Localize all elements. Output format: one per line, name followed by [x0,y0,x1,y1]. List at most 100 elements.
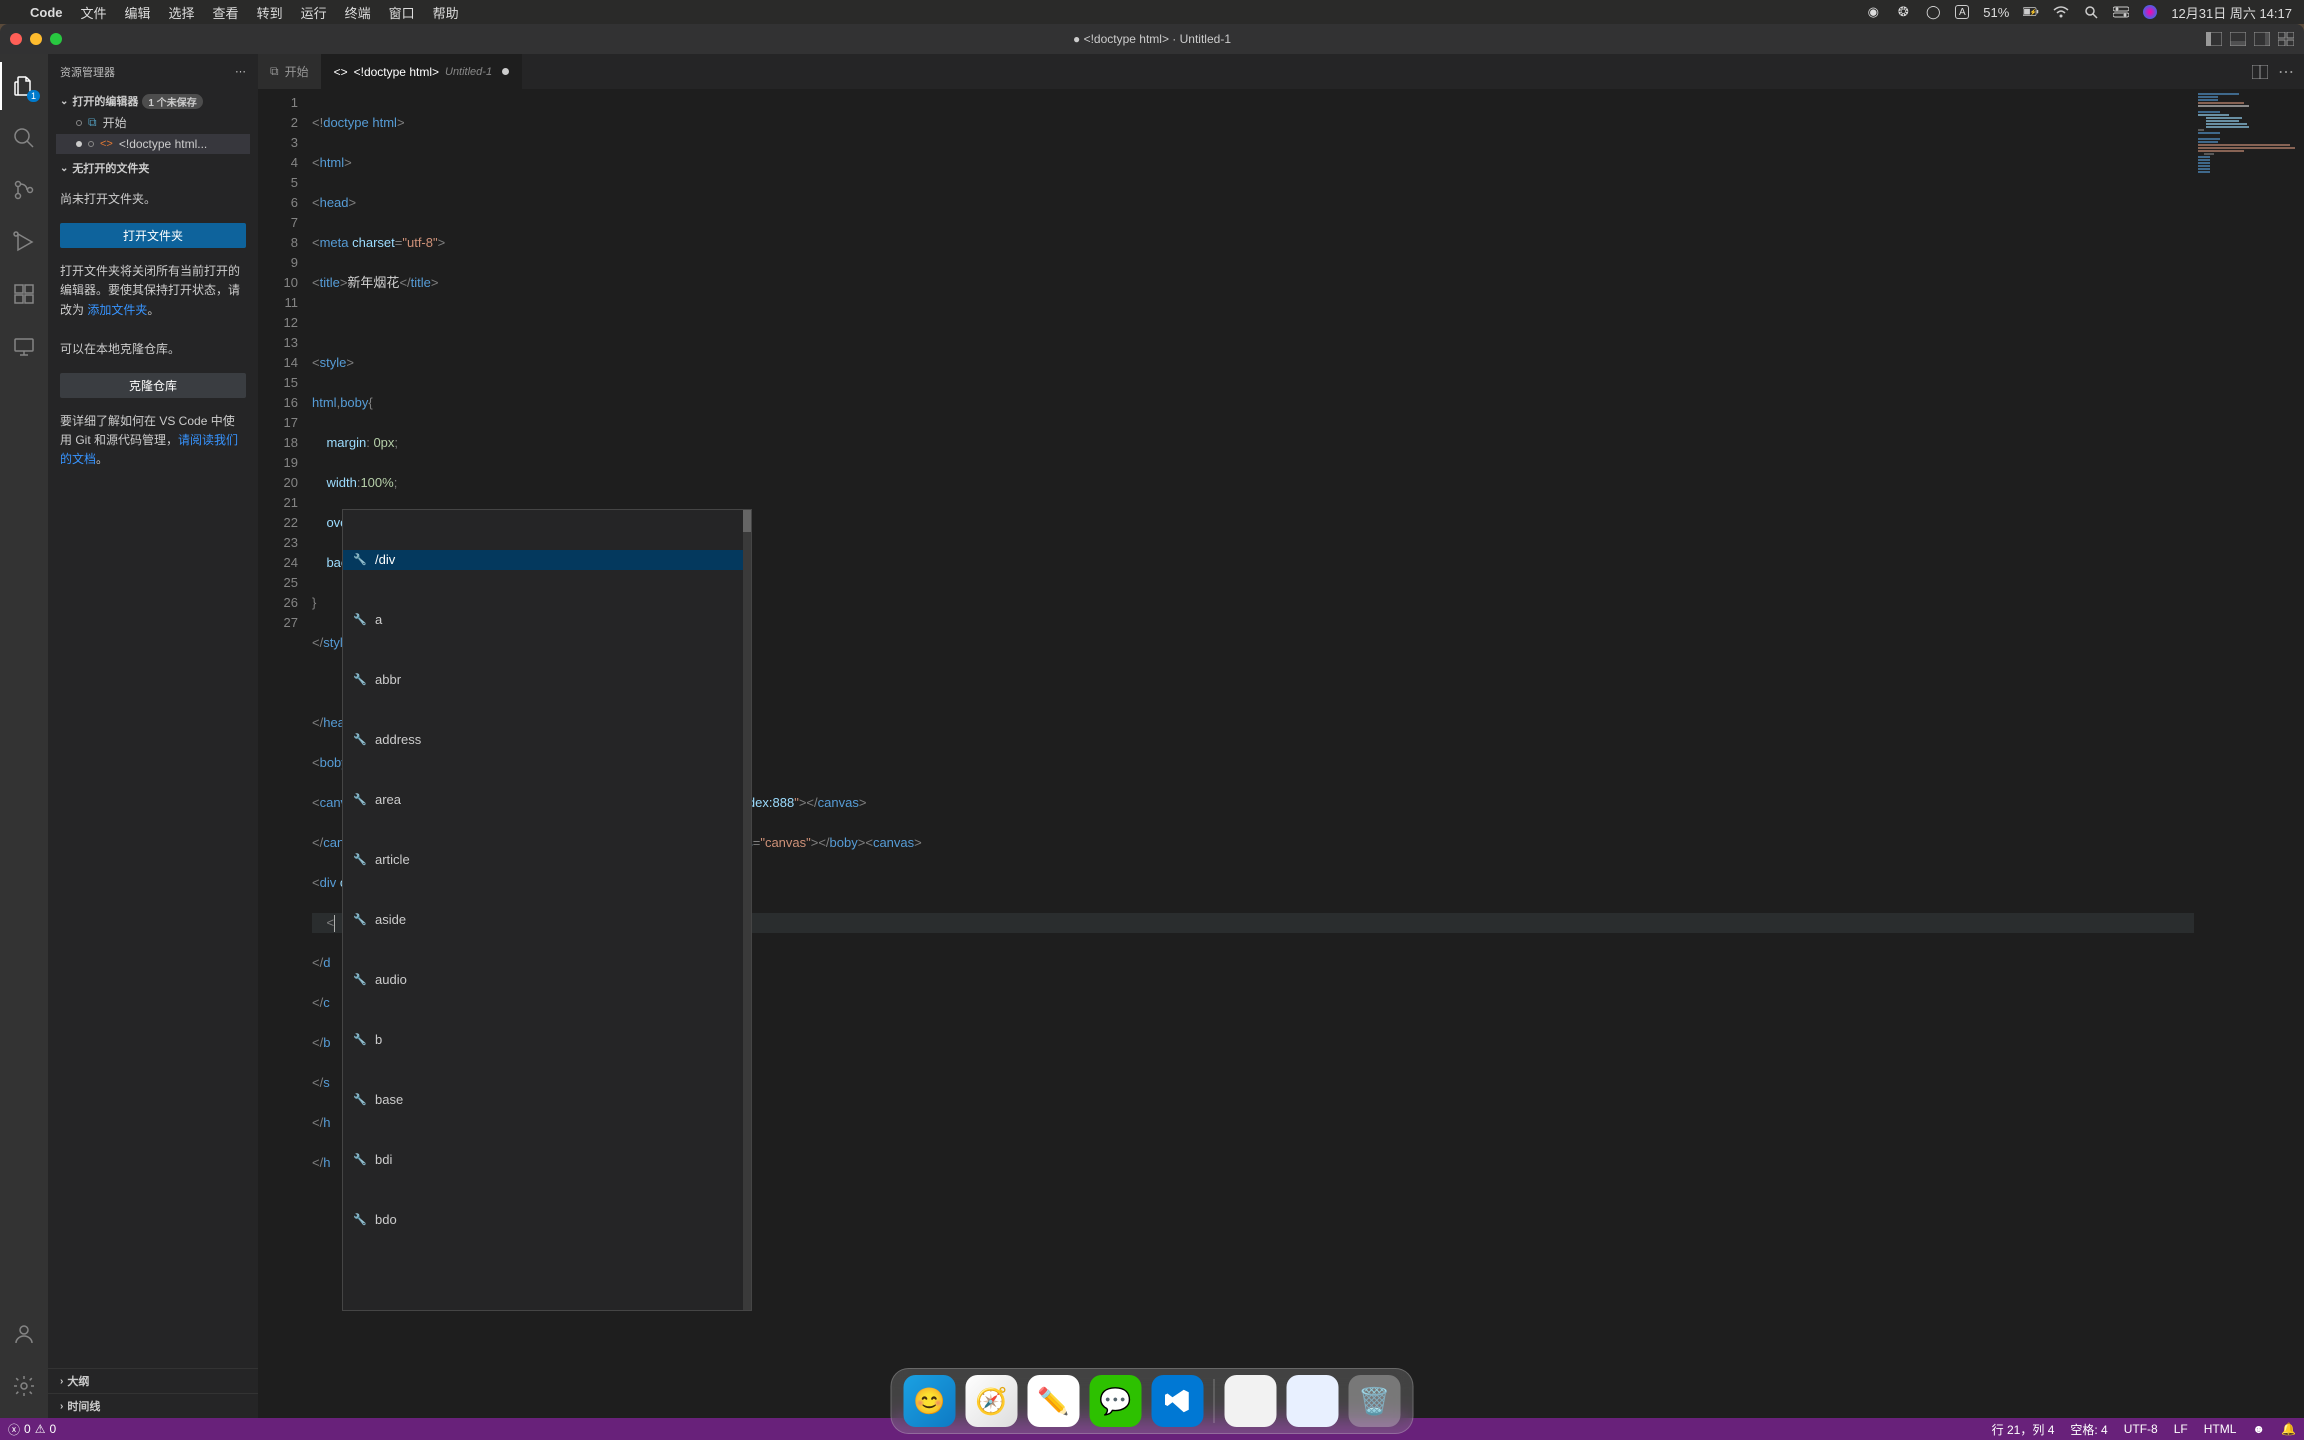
status-eol[interactable]: LF [2174,1421,2188,1438]
dock-wechat[interactable]: 💬 [1090,1375,1142,1427]
datetime[interactable]: 12月31日 周六 14:17 [2171,3,2292,22]
activity-explorer[interactable]: 1 [0,62,48,110]
status-feedback-icon[interactable]: ☻ [2252,1421,2265,1438]
modified-dot-icon [502,68,509,75]
menu-window[interactable]: 窗口 [389,3,415,22]
dock-finder[interactable]: 😊 [904,1375,956,1427]
suggest-scroll-thumb[interactable] [743,510,751,532]
suggest-item[interactable]: 🔧area [343,790,751,810]
menu-run[interactable]: 运行 [301,3,327,22]
menu-go[interactable]: 转到 [257,3,283,22]
open-editor-item-untitled[interactable]: <> <!doctype html... [56,134,250,154]
suggest-item[interactable]: 🔧aside [343,910,751,930]
tab-untitled[interactable]: <> <!doctype html> Untitled-1 [322,54,522,89]
suggest-item[interactable]: 🔧base [343,1090,751,1110]
status-spaces[interactable]: 空格: 4 [2070,1421,2107,1438]
app-name[interactable]: Code [30,5,63,20]
open-editor-item-welcome[interactable]: ⧉ 开始 [56,111,250,134]
menu-help[interactable]: 帮助 [433,3,459,22]
layout-grid-icon[interactable] [2278,32,2294,46]
record-icon[interactable]: ◉ [1865,4,1881,20]
menu-file[interactable]: 文件 [81,3,107,22]
suggest-item[interactable]: 🔧audio [343,970,751,990]
line-gutter: 1234567891011121314151617181920212223242… [258,89,312,1418]
input-method-icon[interactable]: A [1955,5,1969,19]
activity-debug[interactable] [0,218,48,266]
clone-repo-button[interactable]: 克隆仓库 [60,373,246,398]
timeline-section[interactable]: ›时间线 [48,1393,258,1418]
siri-icon[interactable] [2143,5,2157,19]
spotlight-icon[interactable] [2083,4,2099,20]
code-content[interactable]: <!doctype html> <html> <head> <meta char… [312,89,2194,1418]
dock-vscode[interactable] [1152,1375,1204,1427]
suggest-item[interactable]: 🔧/div [343,550,751,570]
layout-bottom-icon[interactable] [2230,32,2246,46]
control-center-icon[interactable] [2113,4,2129,20]
open-editors-header[interactable]: ⌄ 打开的编辑器 1 个未保存 [56,91,250,111]
no-folder-msg: 尚未打开文件夹。 [48,180,258,219]
tab-more-icon[interactable]: ⋯ [2278,62,2294,82]
minimize-window-button[interactable] [30,33,42,45]
activity-scm[interactable] [0,166,48,214]
status-language[interactable]: HTML [2204,1421,2237,1438]
dock-minimized-window-1[interactable] [1225,1375,1277,1427]
maximize-window-button[interactable] [50,33,62,45]
git-docs-msg: 要详细了解如何在 VS Code 中使用 Git 和源代码管理，请阅读我们的文档… [48,402,258,480]
editor-close-icon[interactable] [76,120,82,126]
wifi-icon[interactable] [2053,4,2069,20]
battery-icon[interactable]: ⚡ [2023,4,2039,20]
activity-extensions[interactable] [0,270,48,318]
split-editor-icon[interactable] [2252,65,2268,79]
layout-right-icon[interactable] [2254,32,2270,46]
dock-notes[interactable]: ✏️ [1028,1375,1080,1427]
chevron-down-icon: ⌄ [60,163,68,174]
menu-edit[interactable]: 编辑 [125,3,151,22]
outline-section[interactable]: ›大纲 [48,1368,258,1393]
vscode-file-icon: ⧉ [270,64,279,79]
suggest-item[interactable]: 🔧article [343,850,751,870]
wechat-status-icon[interactable]: ❂ [1895,4,1911,20]
minimap[interactable] [2194,89,2304,1418]
activity-search[interactable] [0,114,48,162]
suggest-item[interactable]: 🔧bdi [343,1150,751,1170]
close-window-button[interactable] [10,33,22,45]
status-cursor[interactable]: 行 21，列 4 [1992,1421,2055,1438]
editor-close-icon[interactable] [88,141,94,147]
status-problems[interactable]: ⓧ0 ⚠0 [8,1421,56,1438]
layout-left-icon[interactable] [2206,32,2222,46]
open-editors-label: 打开的编辑器 [72,93,138,109]
status-encoding[interactable]: UTF-8 [2124,1421,2158,1438]
dock-minimized-window-2[interactable] [1287,1375,1339,1427]
menu-terminal[interactable]: 终端 [345,3,371,22]
code-editor[interactable]: 1234567891011121314151617181920212223242… [258,89,2304,1418]
suggest-item[interactable]: 🔧abbr [343,670,751,690]
suggest-item[interactable]: 🔧b [343,1030,751,1050]
suggest-item[interactable]: 🔧a [343,610,751,630]
menu-selection[interactable]: 选择 [169,3,195,22]
menu-view[interactable]: 查看 [213,3,239,22]
activity-remote[interactable] [0,322,48,370]
activity-account[interactable] [0,1310,48,1358]
intellisense-popup: 🔧/div 🔧a 🔧abbr 🔧address 🔧area 🔧article 🔧… [342,509,752,1311]
wrench-icon: 🔧 [353,1150,367,1170]
explorer-badge: 1 [27,90,40,102]
editor-tabs: ⧉ 开始 <> <!doctype html> Untitled-1 ⋯ [258,54,2304,89]
suggest-scrollbar[interactable] [743,510,751,1310]
battery-text[interactable]: 51% [1983,5,2009,20]
tab-label: 开始 [285,63,309,80]
status-bell-icon[interactable]: 🔔 [2281,1421,2296,1438]
tab-welcome[interactable]: ⧉ 开始 [258,54,322,89]
editor-area: ⧉ 开始 <> <!doctype html> Untitled-1 ⋯ 123… [258,54,2304,1418]
no-folder-msg2: 打开文件夹将关闭所有当前打开的编辑器。要使其保持打开状态，请改为 添加文件夹。 [48,252,258,330]
suggest-item[interactable]: 🔧bdo [343,1210,751,1230]
sidebar-more-icon[interactable]: ⋯ [235,65,246,78]
dock-safari[interactable]: 🧭 [966,1375,1018,1427]
suggest-item[interactable]: 🔧address [343,730,751,750]
open-folder-button[interactable]: 打开文件夹 [60,223,246,248]
activity-settings[interactable] [0,1362,48,1410]
no-folder-header[interactable]: ⌄ 无打开的文件夹 [56,158,250,178]
warning-icon: ⚠ [35,1422,46,1436]
dock-trash[interactable]: 🗑️ [1349,1375,1401,1427]
user-icon[interactable]: ◯ [1925,4,1941,20]
add-folder-link[interactable]: 添加文件夹 [87,303,147,317]
